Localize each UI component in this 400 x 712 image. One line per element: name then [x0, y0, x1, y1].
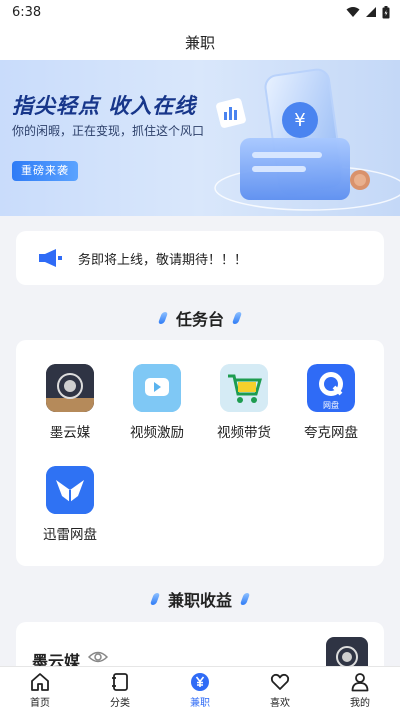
section-dash-left	[157, 312, 169, 324]
battery-icon	[382, 5, 390, 18]
signal-icon	[366, 7, 376, 17]
nav-favorites[interactable]: 喜欢	[240, 667, 320, 712]
section-dash-left	[149, 593, 161, 605]
nav-parttime[interactable]: 兼职	[160, 667, 240, 712]
wifi-icon	[346, 7, 360, 17]
notice-bar[interactable]: 务即将上线，敬请期待！！！	[16, 231, 384, 285]
moyunmei-icon	[46, 364, 94, 412]
banner-subtitle: 你的闲暇，正在变现，抓住这个风口	[12, 124, 205, 138]
nav-label: 我的	[350, 698, 370, 709]
task-section-header: 任务台	[0, 305, 400, 331]
category-icon	[112, 673, 128, 691]
task-label: 视频带货	[217, 425, 271, 441]
nav-category[interactable]: 分类	[80, 667, 160, 712]
nav-label: 首页	[30, 698, 50, 709]
heart-icon	[270, 673, 290, 690]
nav-profile[interactable]: 我的	[320, 667, 400, 712]
status-bar: 6:38	[0, 0, 400, 24]
banner-phone-illustration: ¥	[214, 68, 400, 211]
task-section-title: 任务台	[175, 310, 224, 329]
status-time: 6:38	[12, 4, 42, 20]
banner-button[interactable]: 重磅来袭	[12, 161, 78, 181]
task-item-moyunmei[interactable]: 墨云媒	[30, 364, 110, 441]
promo-banner[interactable]: 指尖轻点 收入在线 你的闲暇，正在变现，抓住这个风口 重磅来袭 ¥	[0, 60, 400, 216]
nav-label: 喜欢	[270, 698, 290, 709]
home-icon	[31, 673, 49, 691]
bottom-nav: 首页 分类 兼职 喜欢 我的	[0, 666, 400, 712]
section-dash-right	[239, 593, 251, 605]
banner-headline: 指尖轻点 收入在线	[12, 94, 197, 118]
video-play-icon	[133, 364, 181, 412]
task-label: 迅雷网盘	[43, 527, 97, 543]
banner-yuan-coin: ¥	[294, 110, 305, 131]
income-section-title: 兼职收益	[167, 591, 232, 610]
section-dash-right	[231, 312, 243, 324]
megaphone-icon	[39, 249, 62, 267]
yuan-icon	[191, 673, 209, 691]
page-header: 兼职	[0, 24, 400, 60]
page-title: 兼职	[184, 33, 215, 52]
task-label: 视频激励	[130, 425, 184, 441]
task-item-xunlei-disk[interactable]: 迅雷网盘	[30, 466, 110, 543]
nav-label: 兼职	[190, 698, 210, 709]
quark-disk-icon: 网盘	[307, 364, 355, 412]
task-panel: 墨云媒 视频激励 视频带货 网盘 夸克网盘 迅雷网盘	[16, 340, 384, 566]
task-label: 墨云媒	[49, 425, 91, 441]
quark-disk-badge: 网盘	[323, 400, 339, 410]
nav-home[interactable]: 首页	[0, 667, 80, 712]
notice-text: 务即将上线，敬请期待！！！	[78, 252, 248, 268]
task-item-quark-disk[interactable]: 网盘 夸克网盘	[291, 364, 371, 441]
user-icon	[351, 673, 369, 692]
nav-label: 分类	[110, 698, 130, 709]
task-item-video-incentive[interactable]: 视频激励	[117, 364, 197, 441]
shopping-cart-icon	[220, 364, 268, 412]
xunlei-bird-icon	[46, 466, 94, 514]
task-label: 夸克网盘	[304, 425, 358, 441]
status-icons	[346, 5, 390, 19]
income-section-header: 兼职收益	[0, 586, 400, 612]
task-item-video-sales[interactable]: 视频带货	[204, 364, 284, 441]
eye-icon[interactable]	[88, 650, 108, 664]
